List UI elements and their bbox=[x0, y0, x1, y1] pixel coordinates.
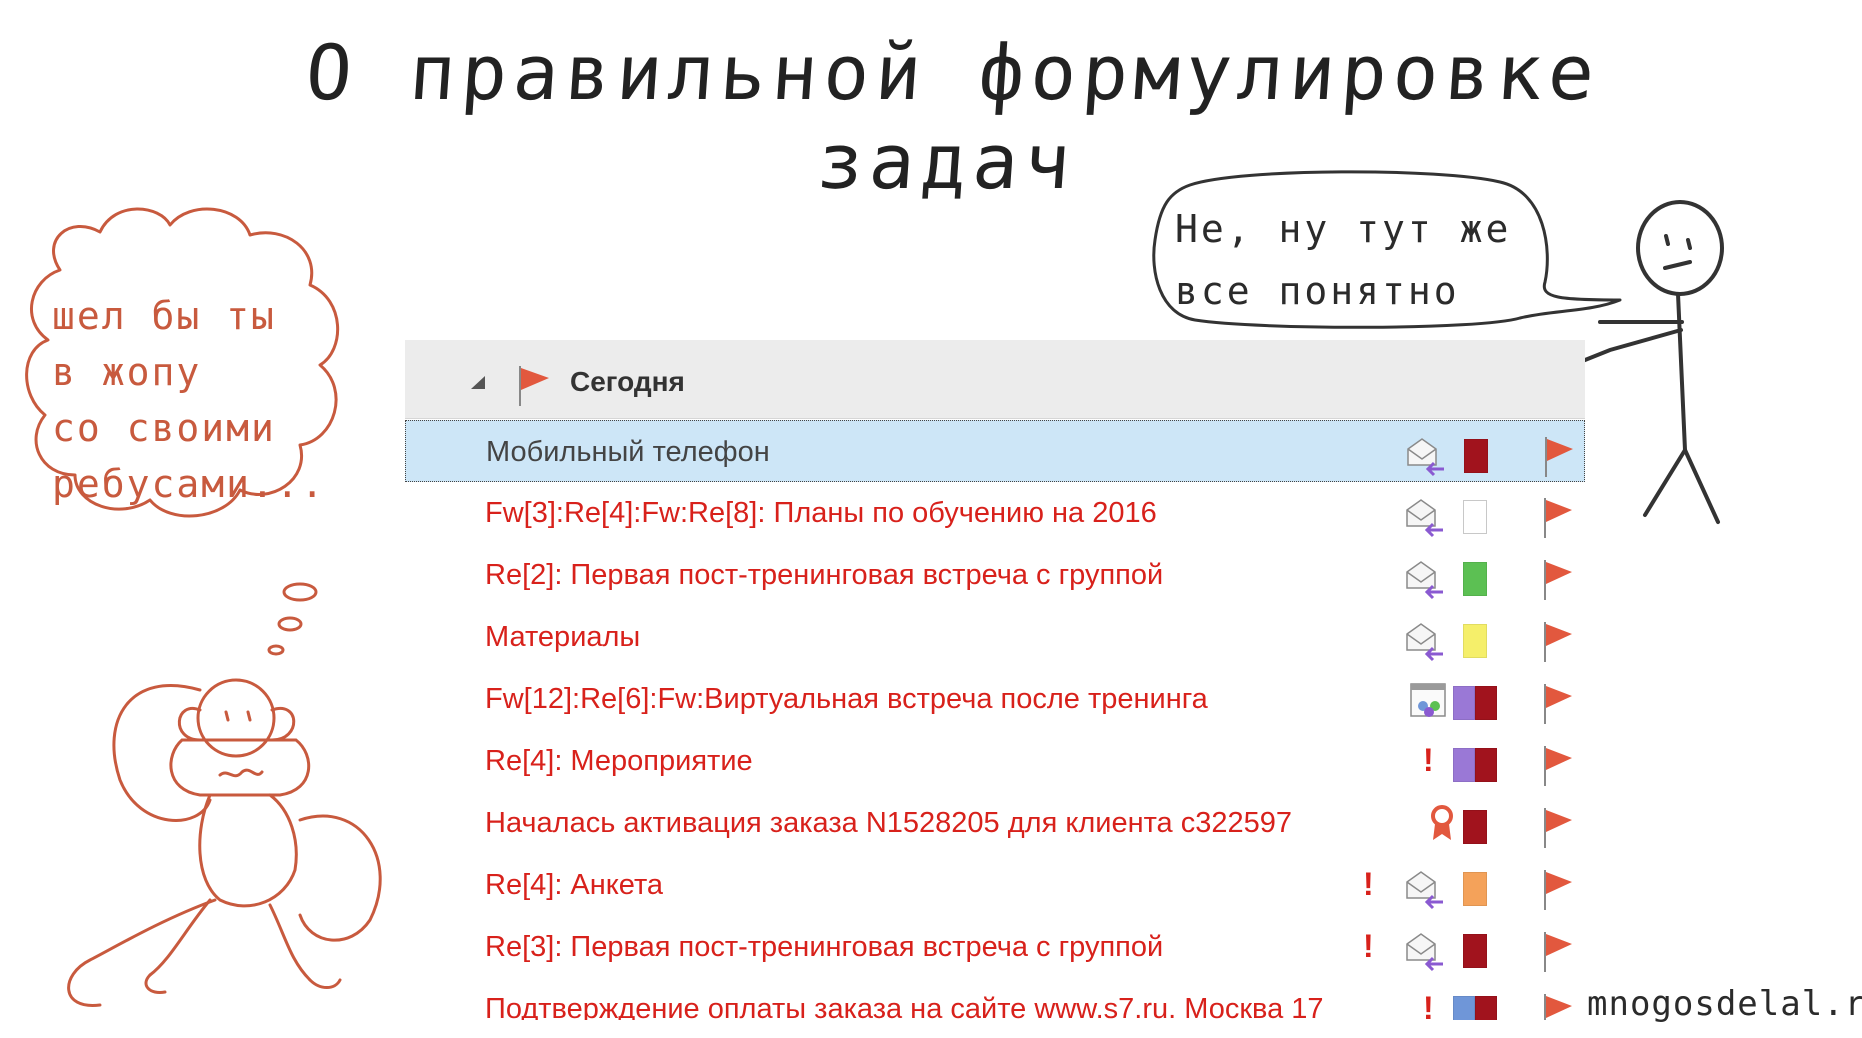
meeting-calendar-icon bbox=[1410, 683, 1446, 717]
high-importance-icon: ! bbox=[1363, 866, 1374, 902]
group-label: Сегодня bbox=[570, 366, 685, 397]
speech-bubble-text: Не, ну тут же все понятно bbox=[1175, 198, 1515, 322]
collapse-triangle-icon[interactable] bbox=[467, 374, 487, 390]
mail-row[interactable]: Re[2]: Первая пост-тренинговая встреча с… bbox=[405, 544, 1585, 606]
mail-subject: Re[4]: Мероприятие bbox=[485, 745, 753, 777]
flag-icon[interactable] bbox=[1542, 620, 1578, 664]
thought-line: ребусами... bbox=[52, 462, 326, 506]
reply-envelope-icon bbox=[1406, 623, 1443, 662]
mail-row[interactable]: Re[4]: Мероприятие! bbox=[405, 730, 1585, 792]
category-color-box[interactable] bbox=[1463, 500, 1487, 534]
group-header-today[interactable]: Сегодня bbox=[405, 340, 1585, 419]
category-color-box[interactable] bbox=[1463, 810, 1487, 844]
mail-row[interactable]: Материалы bbox=[405, 606, 1585, 668]
reply-envelope-icon bbox=[1406, 871, 1443, 910]
flag-icon[interactable] bbox=[1542, 992, 1578, 1020]
flag-icon[interactable] bbox=[1542, 868, 1578, 912]
flag-icon[interactable] bbox=[1542, 930, 1578, 974]
certificate-icon bbox=[1431, 805, 1453, 840]
mail-subject: Мобильный телефон bbox=[486, 436, 770, 468]
flag-icon[interactable] bbox=[1542, 744, 1578, 788]
speech-line: все понятно bbox=[1175, 269, 1460, 313]
speech-line: Не, ну тут же bbox=[1175, 207, 1512, 251]
category-color-box[interactable] bbox=[1463, 872, 1487, 906]
mail-subject: Подтверждение оплаты заказа на сайте www… bbox=[485, 993, 1324, 1020]
thought-dot bbox=[277, 616, 303, 632]
mail-row[interactable]: Fw[3]:Re[4]:Fw:Re[8]: Планы по обучению … bbox=[405, 482, 1585, 544]
category-color-box[interactable] bbox=[1463, 562, 1487, 596]
high-importance-icon: ! bbox=[1423, 742, 1434, 778]
thought-line: со своими bbox=[52, 406, 276, 450]
monkey-drawing bbox=[67, 678, 382, 1007]
mail-subject: Материалы bbox=[485, 621, 641, 653]
flag-icon[interactable] bbox=[1542, 806, 1578, 850]
category-color-box[interactable] bbox=[1453, 748, 1475, 782]
mail-subject: Fw[12]:Re[6]:Fw:Виртуальная встреча посл… bbox=[485, 683, 1208, 715]
category-color-box[interactable] bbox=[1453, 996, 1475, 1020]
mail-subject: Fw[3]:Re[4]:Fw:Re[8]: Планы по обучению … bbox=[485, 497, 1157, 529]
flag-icon[interactable] bbox=[1542, 496, 1578, 540]
mail-row[interactable]: Подтверждение оплаты заказа на сайте www… bbox=[405, 978, 1585, 1020]
thought-bubble-text: шел бы ты в жопу со своими ребусами... bbox=[52, 288, 352, 512]
reply-envelope-icon bbox=[1406, 499, 1443, 538]
watermark: mnogosdelal.ru bbox=[1587, 984, 1862, 1024]
high-importance-icon: ! bbox=[1423, 990, 1434, 1020]
thought-line: в жопу bbox=[52, 350, 202, 394]
category-color-box[interactable] bbox=[1475, 686, 1497, 720]
mail-row[interactable]: Fw[12]:Re[6]:Fw:Виртуальная встреча посл… bbox=[405, 668, 1585, 730]
flag-icon[interactable] bbox=[1542, 682, 1578, 726]
mail-subject: Re[4]: Анкета bbox=[485, 869, 664, 901]
mail-subject: Re[3]: Первая пост-тренинговая встреча с… bbox=[485, 931, 1164, 963]
flag-icon[interactable] bbox=[1542, 558, 1578, 602]
mail-row[interactable]: Re[4]: Анкета! bbox=[405, 854, 1585, 916]
category-color-box[interactable] bbox=[1475, 996, 1497, 1020]
mail-list-panel: Сегодня Мобильный телефон Fw[3]:Re[4]:Fw:… bbox=[405, 340, 1585, 1020]
page-title: О правильной формулировке задач bbox=[303, 28, 1604, 206]
mail-row[interactable]: Re[3]: Первая пост-тренинговая встреча с… bbox=[405, 916, 1585, 978]
flag-icon bbox=[519, 366, 549, 406]
reply-envelope-icon bbox=[1407, 438, 1444, 477]
category-color-box[interactable] bbox=[1463, 934, 1487, 968]
reply-envelope-icon bbox=[1406, 561, 1443, 600]
category-color-box[interactable] bbox=[1475, 748, 1497, 782]
mail-row[interactable]: Началась активация заказа N1528205 для к… bbox=[405, 792, 1585, 854]
mail-subject: Началась активация заказа N1528205 для к… bbox=[485, 807, 1293, 839]
flag-icon[interactable] bbox=[1543, 435, 1579, 479]
mail-row[interactable]: Мобильный телефон bbox=[405, 420, 1585, 482]
category-color-box[interactable] bbox=[1453, 686, 1475, 720]
thought-dot bbox=[267, 644, 285, 656]
reply-envelope-icon bbox=[1406, 933, 1443, 972]
mail-subject: Re[2]: Первая пост-тренинговая встреча с… bbox=[485, 559, 1164, 591]
high-importance-icon: ! bbox=[1363, 928, 1374, 964]
category-color-box[interactable] bbox=[1463, 624, 1487, 658]
thought-dot bbox=[282, 582, 318, 602]
thought-line: шел бы ты bbox=[52, 294, 276, 338]
category-color-box[interactable] bbox=[1464, 439, 1488, 473]
